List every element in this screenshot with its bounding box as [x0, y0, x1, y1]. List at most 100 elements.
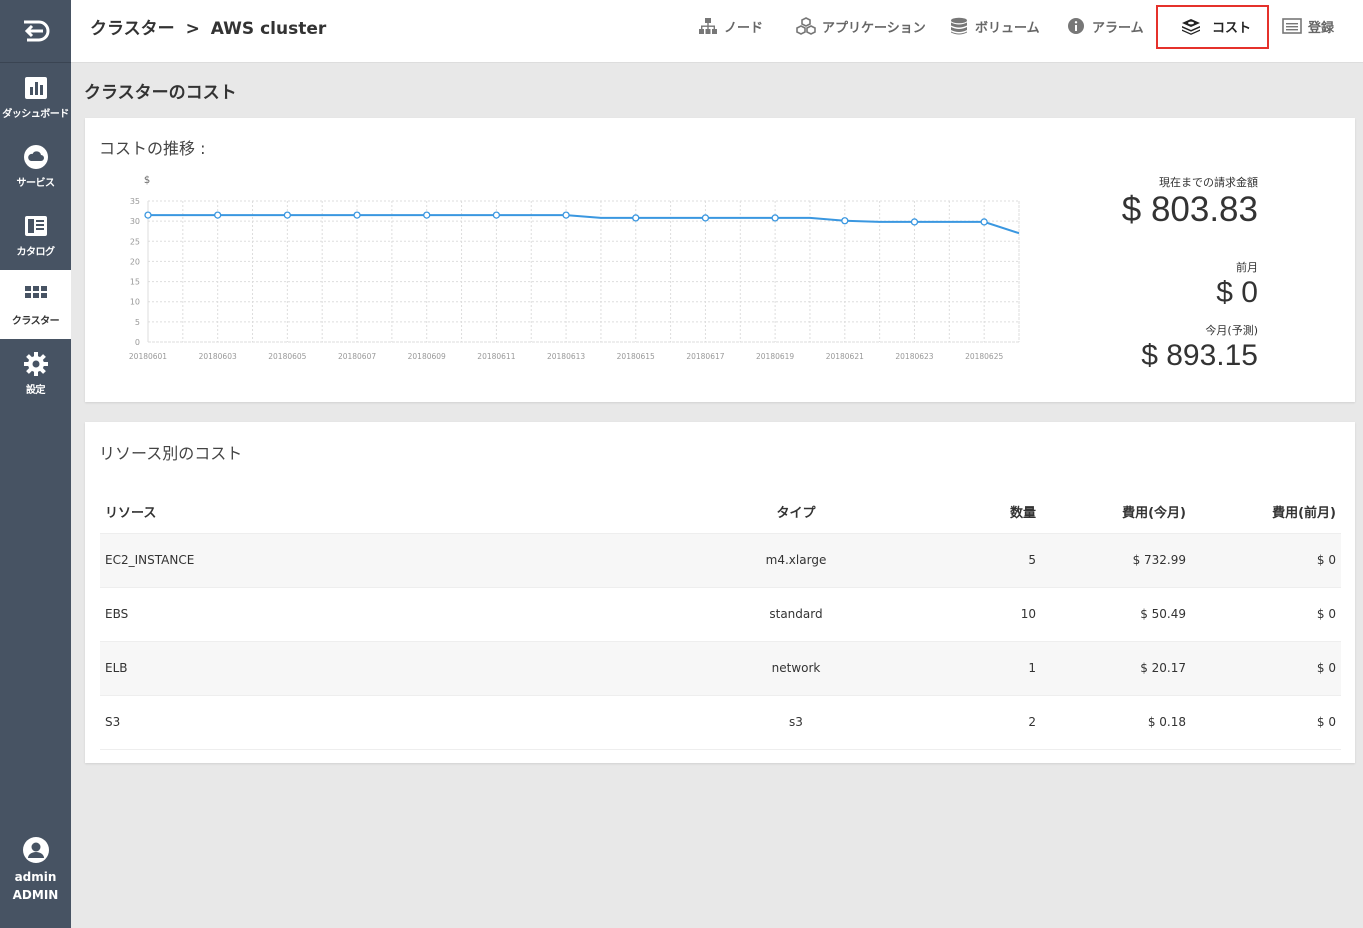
table-row: EBS standard 10 $ 50.49 $ 0	[100, 587, 1341, 642]
cost-trend-card: コストの推移 : 0 5 10 15 20 25 30 35 20180601 20180603…	[85, 118, 1355, 402]
y-tick-label: 35	[130, 197, 140, 206]
cloud-icon	[23, 145, 48, 169]
table-row: ELB network 1 $ 20.17 $ 0	[100, 641, 1341, 696]
cell-quantity: 2	[891, 695, 1041, 750]
tab-applications[interactable]: アプリケーション	[796, 14, 926, 38]
breadcrumb: クラスター > AWS cluster	[90, 14, 326, 39]
tab-register[interactable]: 登録	[1282, 14, 1334, 38]
table-header-row: リソース タイプ 数量 費用(今月) 費用(前月)	[100, 491, 1341, 534]
data-point[interactable]	[562, 211, 570, 219]
column-header-quantity[interactable]: 数量	[891, 491, 1041, 534]
sidebar: ダッシュボード サービス カタログ クラスター 設定 admin ADMIN	[0, 0, 71, 928]
data-point[interactable]	[283, 211, 292, 219]
bar-chart-icon	[24, 77, 47, 99]
y-tick-label: 10	[130, 298, 140, 307]
x-tick-label: 20180611	[477, 352, 515, 361]
cubes-icon	[796, 17, 816, 35]
cell-resource: S3	[100, 695, 701, 750]
data-point[interactable]	[423, 211, 431, 219]
sidebar-item-settings[interactable]: 設定	[0, 339, 71, 408]
x-tick-label: 20180621	[826, 352, 864, 361]
tab-label: アプリケーション	[822, 20, 926, 36]
sidebar-item-services[interactable]: サービス	[0, 132, 71, 201]
previous-month-amount: $ 0	[1216, 276, 1258, 309]
tab-nodes[interactable]: ノード	[698, 14, 763, 38]
table-row: S3 s3 2 $ 0.18 $ 0	[100, 695, 1341, 750]
user-name: admin	[14, 870, 57, 884]
data-point[interactable]	[841, 217, 849, 225]
gear-icon	[23, 352, 48, 376]
cell-cost-this-month: $ 732.99	[1041, 533, 1191, 588]
y-tick-label: 15	[130, 278, 140, 287]
sidebar-item-label: サービス	[16, 178, 56, 189]
y-tick-label: 25	[130, 237, 140, 246]
cell-type: standard	[701, 587, 891, 642]
data-point[interactable]	[632, 214, 640, 222]
sidebar-item-label: カタログ	[16, 247, 56, 258]
active-tab-highlight	[1156, 5, 1269, 49]
column-header-cost-last-month[interactable]: 費用(前月)	[1191, 491, 1341, 534]
x-tick-label: 20180623	[895, 352, 933, 361]
node-tree-icon	[699, 18, 717, 34]
x-tick-label: 20180617	[686, 352, 724, 361]
catalog-icon	[24, 216, 47, 236]
tab-label: ボリューム	[975, 20, 1040, 36]
sidebar-item-cluster[interactable]: クラスター	[0, 270, 71, 339]
cell-cost-last-month: $ 0	[1191, 695, 1341, 750]
database-icon	[951, 17, 967, 35]
column-header-cost-this-month[interactable]: 費用(今月)	[1041, 491, 1191, 534]
x-tick-label: 20180607	[338, 352, 376, 361]
cell-resource: EBS	[100, 587, 701, 642]
data-point[interactable]	[144, 211, 152, 219]
column-header-resource[interactable]: リソース	[100, 491, 701, 534]
cell-resource: EC2_INSTANCE	[100, 533, 701, 588]
sidebar-item-label: 設定	[26, 385, 46, 396]
tab-volumes[interactable]: ボリューム	[949, 14, 1040, 38]
cell-quantity: 1	[891, 641, 1041, 696]
data-point[interactable]	[214, 211, 222, 219]
user-role: ADMIN	[12, 888, 59, 902]
cell-cost-this-month: $ 0.18	[1041, 695, 1191, 750]
cell-type: s3	[701, 695, 891, 750]
y-tick-label: 5	[135, 318, 140, 327]
cell-quantity: 10	[891, 587, 1041, 642]
cost-trend-title: コストの推移 :	[99, 139, 206, 158]
x-tick-label: 20180613	[547, 352, 585, 361]
series-line	[148, 214, 1020, 235]
data-point[interactable]	[910, 218, 919, 226]
y-tick-label: 20	[130, 257, 140, 266]
y-axis-label: $	[144, 175, 150, 186]
data-point[interactable]	[353, 211, 361, 219]
data-point[interactable]	[980, 218, 988, 226]
x-tick-label: 20180615	[617, 352, 655, 361]
cell-resource: ELB	[100, 641, 701, 696]
sidebar-item-dashboard[interactable]: ダッシュボード	[0, 63, 71, 132]
data-point[interactable]	[771, 214, 779, 222]
cell-cost-last-month: $ 0	[1191, 641, 1341, 696]
tab-label: ノード	[724, 20, 764, 36]
cell-type: network	[701, 641, 891, 696]
top-header: クラスター > AWS cluster ノード アプリケーション ボリューム ア…	[71, 0, 1363, 63]
sidebar-item-label: ダッシュボード	[2, 109, 69, 120]
x-tick-label: 20180605	[268, 352, 306, 361]
cost-trend-chart: 0 5 10 15 20 25 30 35 20180601 20180603 20180605 2…	[129, 175, 1020, 361]
x-tick-label: 20180619	[756, 352, 794, 361]
data-point[interactable]	[492, 211, 501, 219]
data-point[interactable]	[701, 214, 710, 222]
table-row: EC2_INSTANCE m4.xlarge 5 $ 732.99 $ 0	[100, 533, 1341, 588]
x-tick-label: 20180625	[965, 352, 1003, 361]
cell-type: m4.xlarge	[701, 533, 891, 588]
resource-cost-table: リソース タイプ 数量 費用(今月) 費用(前月) EC2_INSTANCE m…	[100, 491, 1341, 750]
column-header-type[interactable]: タイプ	[701, 491, 891, 534]
cloud-arrow-logo-icon	[23, 20, 49, 42]
tab-alarms[interactable]: アラーム	[1066, 14, 1144, 38]
billed-to-date: 現在までの請求金額 $ 803.83	[1122, 174, 1258, 230]
x-tick-label: 20180609	[408, 352, 446, 361]
y-tick-label: 30	[130, 217, 140, 226]
sidebar-item-catalog[interactable]: カタログ	[0, 201, 71, 270]
app-logo[interactable]	[0, 0, 71, 63]
current-month-forecast: 今月(予測) $ 893.15	[1141, 322, 1258, 374]
current-month-forecast-amount: $ 893.15	[1141, 339, 1258, 372]
user-menu[interactable]: admin ADMIN	[0, 836, 71, 902]
breadcrumb-root[interactable]: クラスター	[90, 19, 175, 39]
